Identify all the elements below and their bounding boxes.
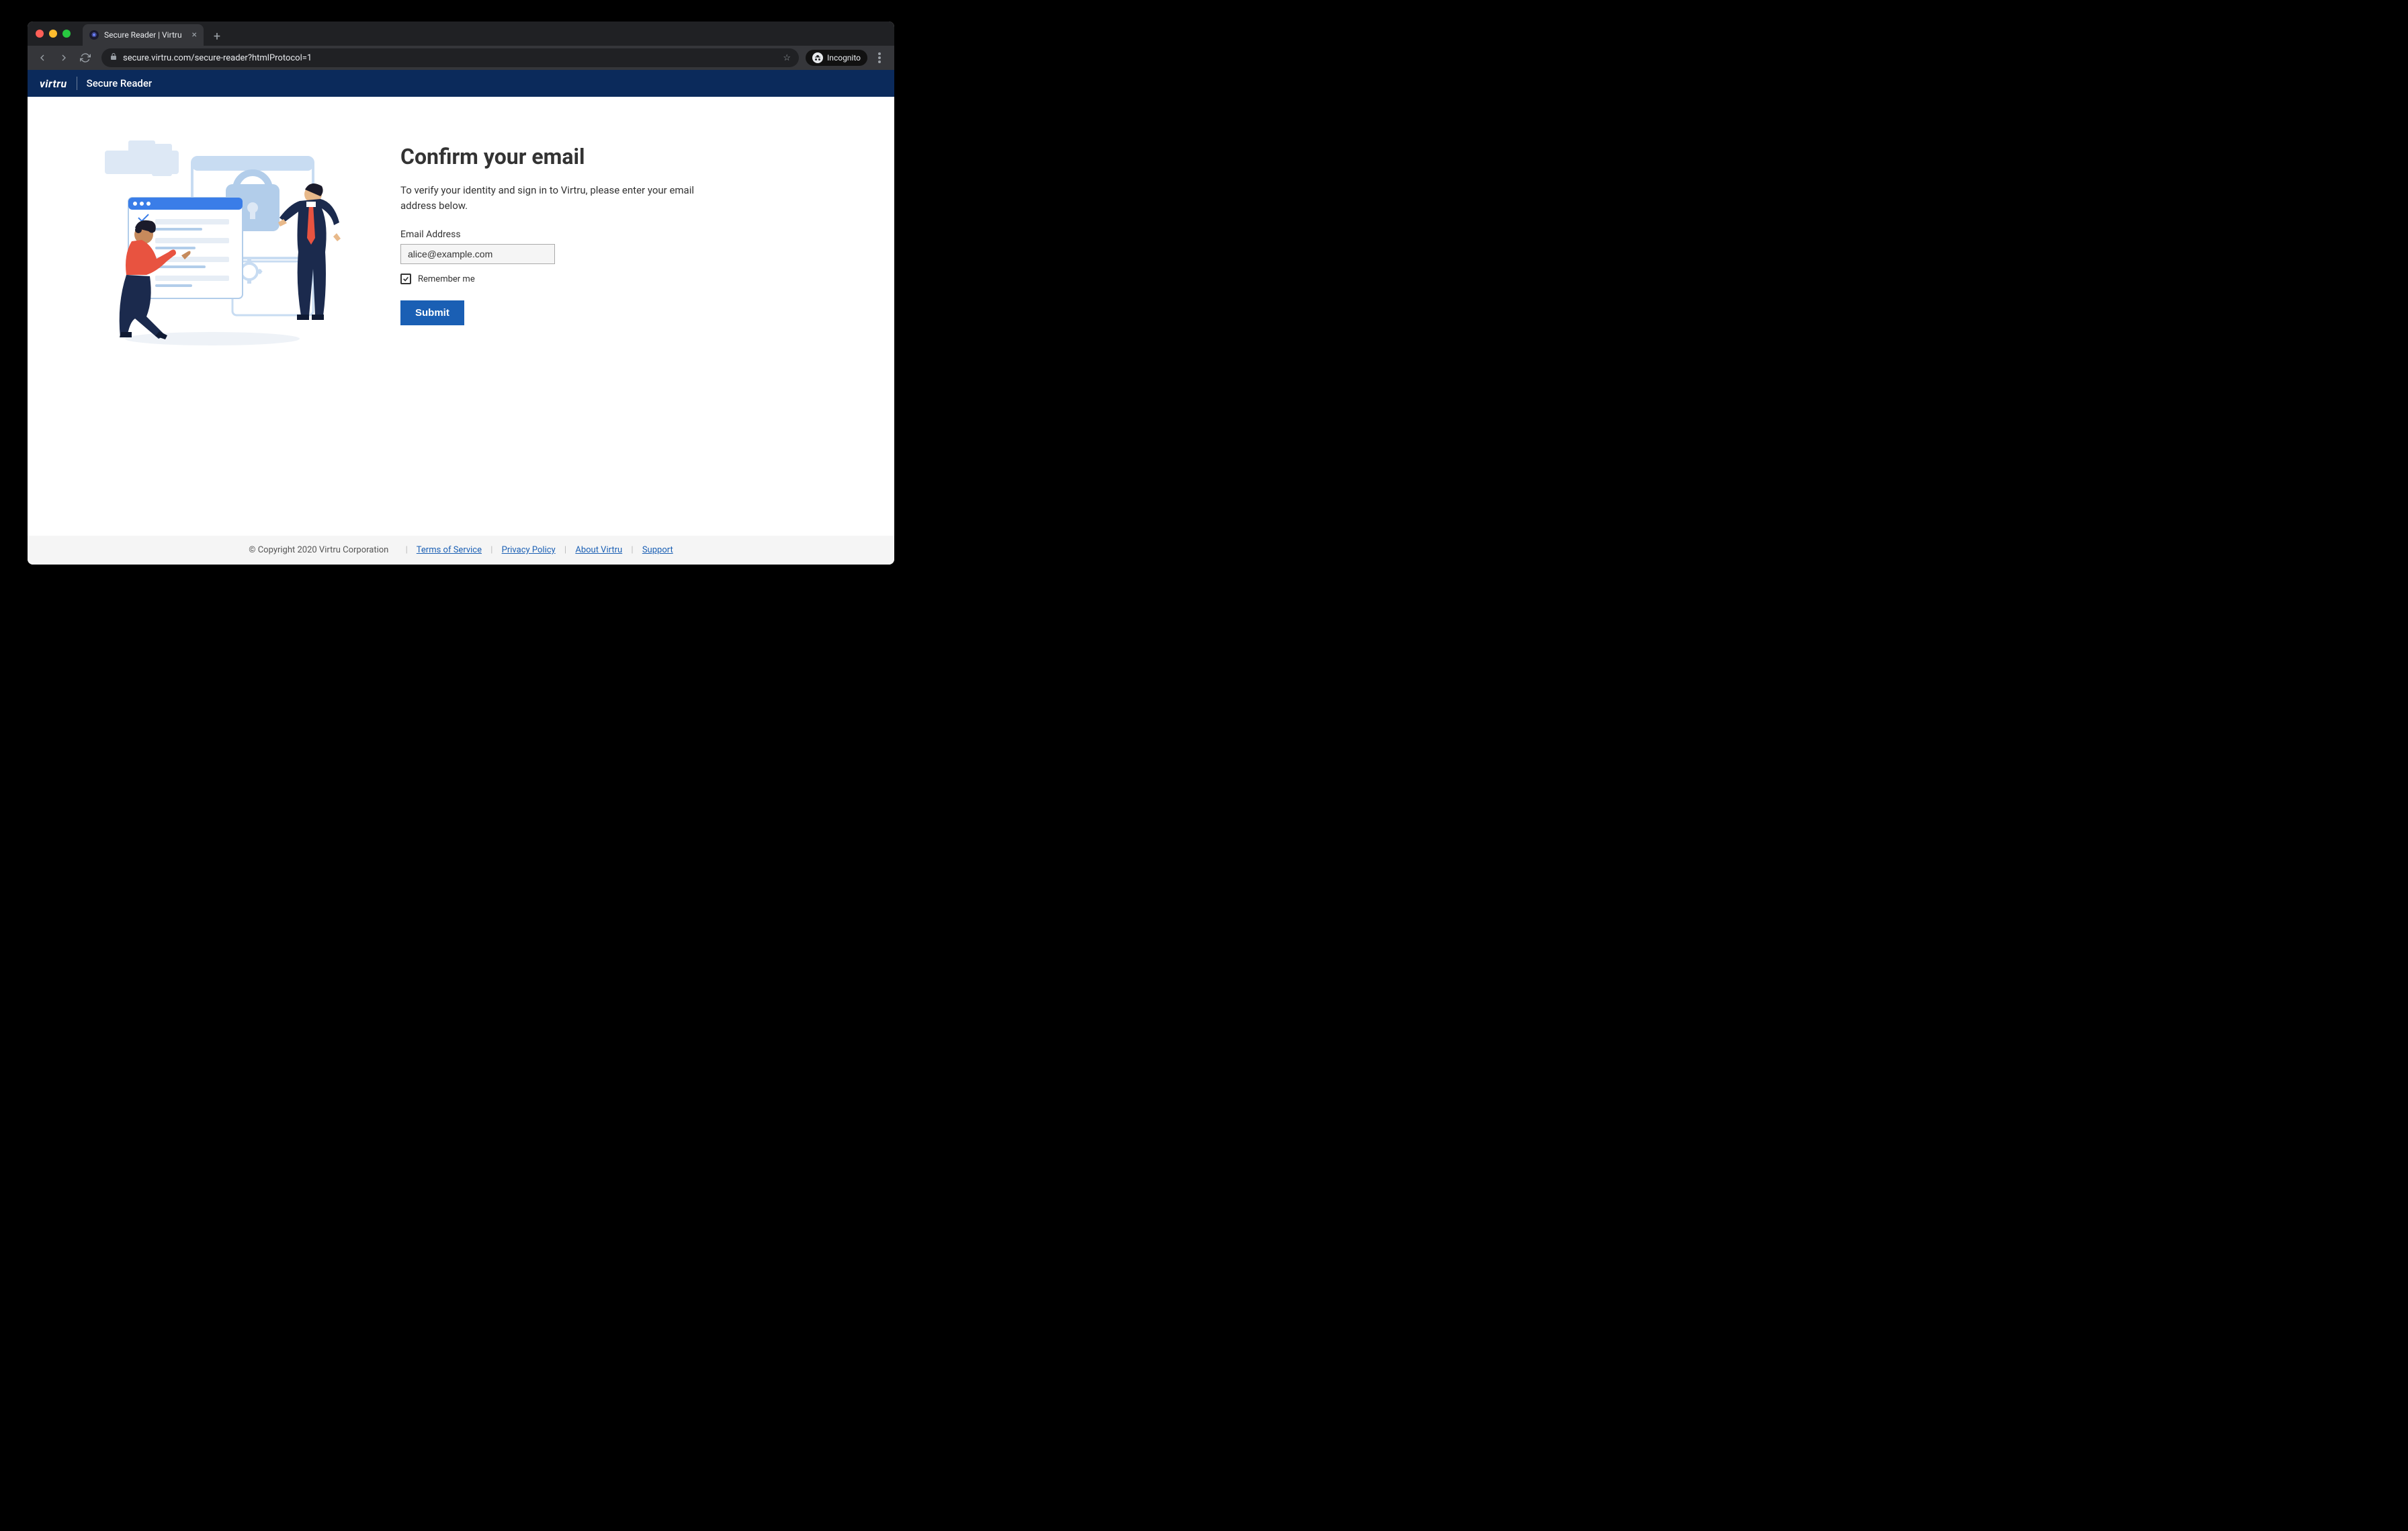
new-tab-button[interactable]: + bbox=[208, 27, 226, 46]
footer: © Copyright 2020 Virtru Corporation | Te… bbox=[28, 536, 894, 565]
close-window-button[interactable] bbox=[36, 30, 44, 38]
remember-me-checkbox[interactable] bbox=[400, 274, 411, 284]
main-content: Confirm your email To verify your identi… bbox=[28, 97, 894, 536]
bookmark-star-icon[interactable]: ☆ bbox=[783, 53, 791, 63]
url-text: secure.virtru.com/secure-reader?htmlProt… bbox=[123, 53, 777, 63]
remember-me-label: Remember me bbox=[418, 274, 475, 284]
browser-window: ◉ Secure Reader | Virtru × + secure.virt… bbox=[28, 22, 894, 565]
close-tab-button[interactable]: × bbox=[192, 30, 197, 40]
page-description: To verify your identity and sign in to V… bbox=[400, 183, 723, 213]
incognito-label: Incognito bbox=[827, 53, 861, 63]
copyright-text: © Copyright 2020 Virtru Corporation bbox=[249, 545, 388, 555]
app-header: virtru Secure Reader bbox=[28, 70, 894, 97]
lock-icon bbox=[110, 52, 118, 63]
about-link[interactable]: About Virtru bbox=[575, 545, 622, 555]
terms-link[interactable]: Terms of Service bbox=[417, 545, 482, 555]
tab-strip: ◉ Secure Reader | Virtru × + bbox=[28, 22, 894, 46]
tab-title: Secure Reader | Virtru bbox=[104, 30, 187, 40]
address-bar[interactable]: secure.virtru.com/secure-reader?htmlProt… bbox=[101, 48, 799, 67]
support-link[interactable]: Support bbox=[642, 545, 673, 555]
forward-button[interactable] bbox=[54, 48, 73, 67]
browser-tab[interactable]: ◉ Secure Reader | Virtru × bbox=[83, 24, 204, 46]
favicon-icon: ◉ bbox=[89, 30, 99, 40]
virtru-logo: virtru bbox=[40, 77, 67, 90]
remember-me-row: Remember me bbox=[400, 274, 830, 284]
content-container: Confirm your email To verify your identi… bbox=[91, 137, 830, 536]
back-button[interactable] bbox=[33, 48, 52, 67]
minimize-window-button[interactable] bbox=[49, 30, 57, 38]
submit-button[interactable]: Submit bbox=[400, 300, 464, 325]
illustration bbox=[91, 137, 374, 352]
page-heading: Confirm your email bbox=[400, 144, 830, 169]
browser-toolbar: secure.virtru.com/secure-reader?htmlProt… bbox=[28, 46, 894, 70]
privacy-link[interactable]: Privacy Policy bbox=[502, 545, 556, 555]
form-column: Confirm your email To verify your identi… bbox=[400, 137, 830, 536]
app-title: Secure Reader bbox=[87, 77, 153, 89]
email-label: Email Address bbox=[400, 229, 830, 240]
browser-menu-button[interactable] bbox=[870, 48, 889, 67]
incognito-icon bbox=[812, 52, 823, 63]
email-field[interactable] bbox=[400, 244, 555, 264]
incognito-badge[interactable]: Incognito bbox=[806, 50, 867, 66]
traffic-lights bbox=[28, 22, 79, 46]
reload-button[interactable] bbox=[76, 48, 95, 67]
maximize-window-button[interactable] bbox=[62, 30, 71, 38]
